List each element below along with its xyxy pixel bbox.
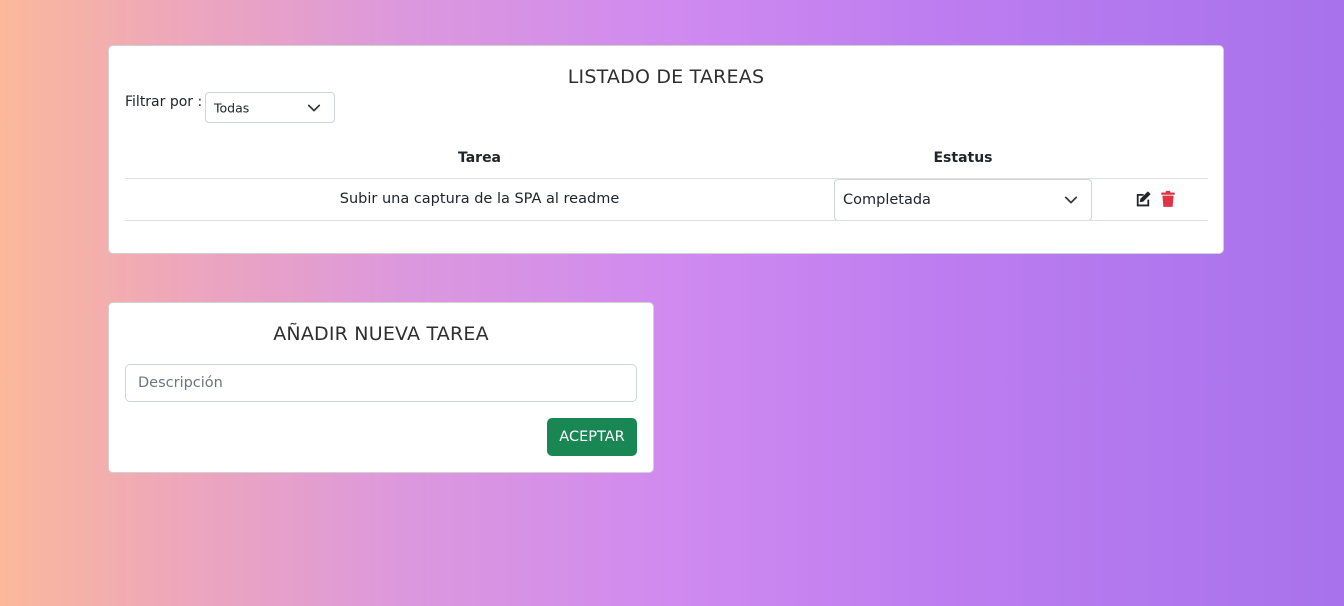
add-task-card: AÑADIR NUEVA TAREA ACEPTAR [108,302,654,473]
edit-icon[interactable] [1134,190,1152,208]
filter-label: Filtrar por : [125,94,203,110]
filter-select-value: Todas [214,100,250,115]
description-input[interactable] [125,364,637,402]
task-description-cell: Subir una captura de la SPA al readme [339,191,620,207]
add-task-title: AÑADIR NUEVA TAREA [273,323,489,345]
status-select-value: Completada [843,192,931,208]
table-divider [125,220,1208,221]
task-list-title: LISTADO DE TAREAS [567,66,765,88]
chevron-down-icon [1064,196,1078,204]
accept-button[interactable]: ACEPTAR [547,418,637,456]
trash-icon[interactable] [1159,190,1177,208]
column-header-status: Estatus [933,150,993,166]
task-list-card: LISTADO DE TAREAS Filtrar por : Todas Ta… [108,45,1224,254]
chevron-down-icon [307,104,321,111]
filter-select[interactable]: Todas [205,92,335,123]
column-header-task: Tarea [457,150,502,166]
status-select[interactable]: Completada [834,179,1092,221]
